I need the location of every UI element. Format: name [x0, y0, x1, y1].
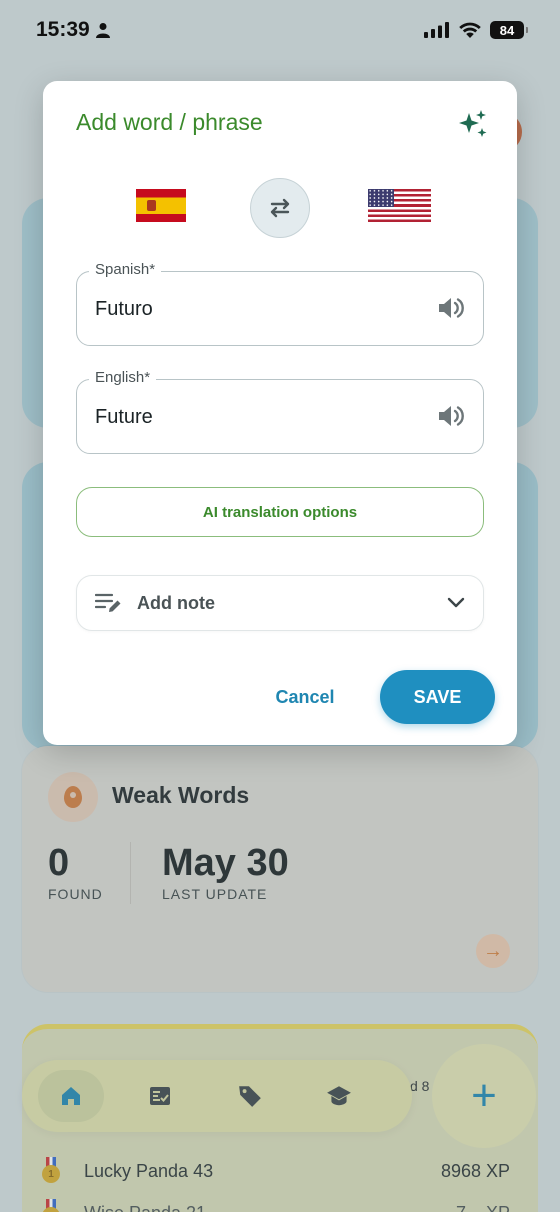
sparkle-icon[interactable]: [457, 109, 489, 141]
swap-languages-button[interactable]: [250, 178, 310, 238]
edit-note-icon: [95, 593, 121, 612]
battery-indicator: 84: [490, 21, 528, 39]
speaker-icon[interactable]: [437, 403, 465, 429]
status-bar: 15:39 84: [0, 0, 560, 60]
english-field-value[interactable]: Future: [95, 406, 153, 429]
spanish-field-label: Spanish*: [89, 261, 162, 278]
person-icon: [95, 23, 110, 38]
us-flag-icon[interactable]: [368, 189, 431, 222]
spanish-field-value[interactable]: Futuro: [95, 298, 153, 321]
wifi-icon: [459, 22, 481, 38]
add-note-expander[interactable]: Add note: [76, 575, 484, 631]
status-time: 15:39: [36, 18, 90, 41]
swap-icon: [270, 198, 290, 218]
speaker-icon[interactable]: [437, 295, 465, 321]
english-field-label: English*: [89, 369, 157, 386]
cancel-button[interactable]: Cancel: [255, 677, 355, 717]
save-button[interactable]: SAVE: [380, 670, 495, 724]
chevron-down-icon: [447, 597, 465, 608]
add-note-label: Add note: [137, 592, 215, 613]
spanish-field[interactable]: Spanish* Futuro: [76, 261, 484, 346]
spanish-flag-icon[interactable]: [136, 189, 186, 222]
english-field[interactable]: English* Future: [76, 369, 484, 454]
add-word-dialog: Add word / phrase Spanish* Futuro Englis…: [43, 81, 517, 745]
dialog-title: Add word / phrase: [76, 109, 263, 135]
ai-translation-options-button[interactable]: AI translation options: [76, 487, 484, 537]
signal-icon: [424, 22, 449, 38]
